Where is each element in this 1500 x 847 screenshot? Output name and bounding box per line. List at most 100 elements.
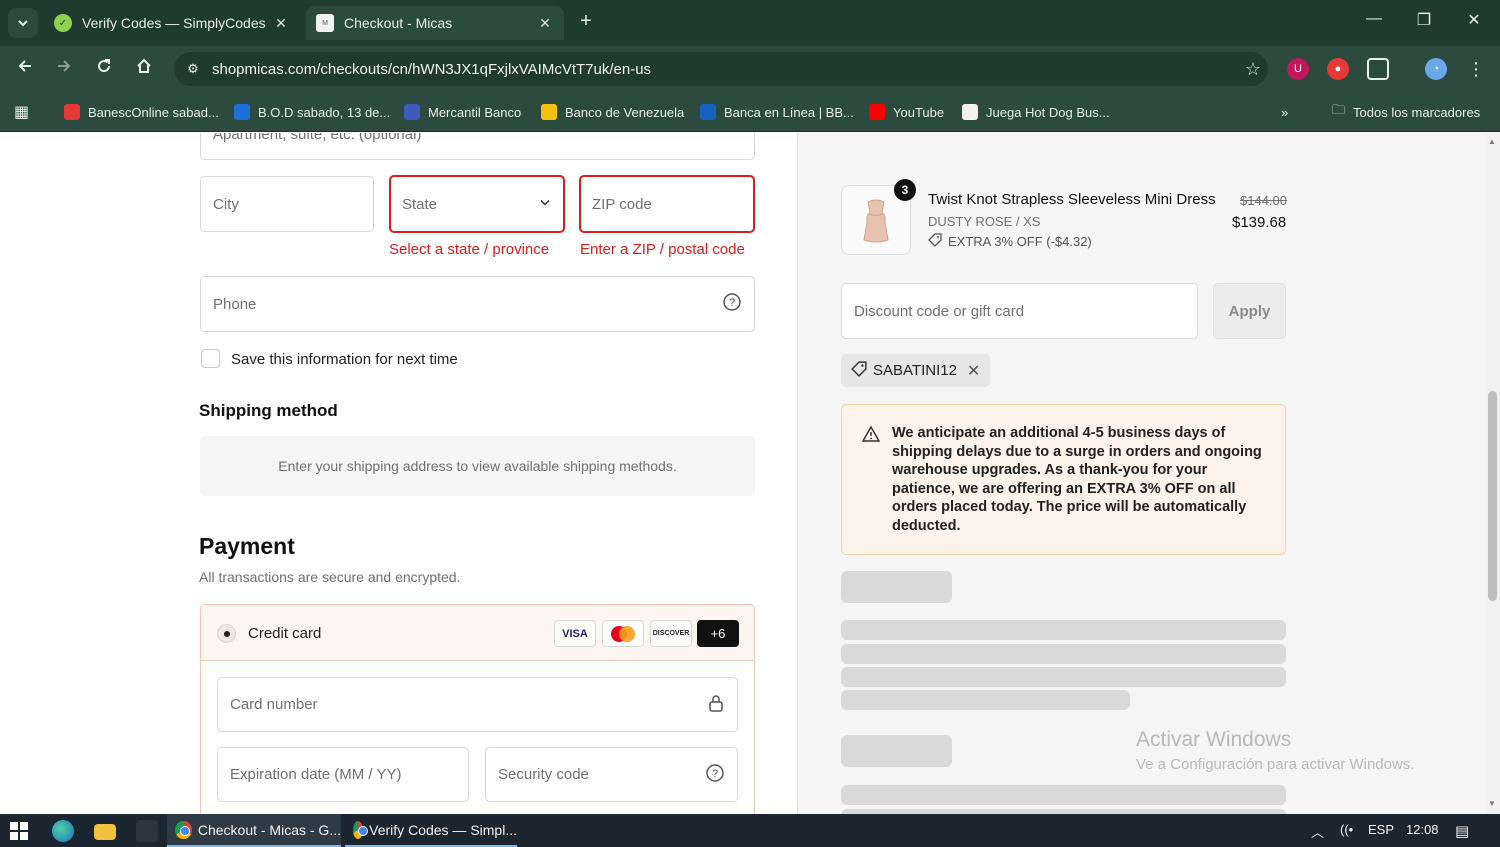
city-placeholder: City	[213, 195, 239, 213]
save-info-checkbox[interactable]	[201, 349, 220, 368]
youtube-favicon-icon	[869, 104, 885, 120]
new-tab-button[interactable]: +	[574, 10, 598, 34]
minimize-window-button[interactable]: —	[1359, 10, 1389, 28]
tab-search-button[interactable]	[8, 8, 38, 38]
phone-field[interactable]: Phone ?	[200, 276, 755, 332]
mastercard-logo-icon	[602, 620, 644, 647]
svg-text:?: ?	[712, 768, 718, 780]
city-field[interactable]: City	[200, 176, 374, 232]
scroll-down-icon[interactable]: ▼	[1488, 799, 1496, 808]
mercantil-favicon-icon	[404, 104, 420, 120]
all-bookmarks-button[interactable]: 🗀 Todos los marcadores	[1332, 102, 1480, 122]
bookmark-label: Banca en Línea | BB...	[724, 104, 854, 120]
bookmark-banca-linea[interactable]: Banca en Línea | BB...	[700, 102, 854, 122]
clock[interactable]: 12:08	[1406, 822, 1439, 837]
apartment-field[interactable]: Apartment, suite, etc. (optional)	[200, 133, 755, 160]
url-text[interactable]: shopmicas.com/checkouts/cn/hWN3JX1qFxjlx…	[212, 61, 1238, 78]
bookmark-bod[interactable]: B.O.D sabado, 13 de...	[234, 102, 390, 122]
taskbar-app-verify[interactable]: Verify Codes — Simpl...	[345, 814, 517, 847]
apply-discount-button[interactable]: Apply	[1213, 283, 1286, 339]
state-select[interactable]: State	[389, 175, 565, 233]
discover-logo-icon: DISCOVER	[650, 620, 692, 647]
credit-card-radio[interactable]	[217, 624, 236, 643]
tag-icon	[928, 233, 942, 250]
bookmark-mercantil[interactable]: Mercantil Banco	[404, 102, 521, 122]
quantity-badge: 3	[894, 179, 916, 201]
original-price: $144.00	[1240, 193, 1287, 208]
checkout-page: Apartment, suite, etc. (optional) City S…	[0, 133, 1500, 814]
site-settings-icon[interactable]: ⚙	[182, 58, 204, 80]
reload-icon	[98, 59, 111, 73]
notice-message: We anticipate an additional 4-5 business…	[892, 425, 1262, 534]
windows-start-icon[interactable]	[10, 822, 28, 840]
profile-avatar-icon[interactable]: ◔	[1425, 58, 1447, 80]
help-circle-icon[interactable]: ?	[722, 292, 742, 316]
home-button[interactable]	[131, 56, 157, 82]
help-circle-icon[interactable]: ?	[705, 763, 725, 787]
close-tab-icon[interactable]: ✕	[272, 15, 290, 32]
expiration-placeholder: Expiration date (MM / YY)	[230, 766, 402, 783]
chrome-icon	[175, 820, 192, 839]
language-indicator[interactable]: ESP	[1368, 822, 1394, 837]
notifications-icon[interactable]: ▤	[1455, 822, 1469, 840]
scroll-up-icon[interactable]: ▲	[1488, 137, 1496, 146]
bookmarks-overflow-button[interactable]: »	[1281, 102, 1288, 122]
applied-code-chip: SABATINI12 ✕	[841, 354, 990, 387]
visa-logo-icon: VISA	[554, 620, 596, 647]
page-scrollbar[interactable]: ▲ ▼	[1485, 133, 1500, 814]
security-code-field[interactable]: Security code ?	[485, 747, 738, 802]
product-discount: EXTRA 3% OFF (-$4.32)	[928, 233, 1092, 250]
tray-chevron-up-icon[interactable]: ︿	[1311, 822, 1324, 841]
browser-toolbar: ⚙ shopmicas.com/checkouts/cn/hWN3JX1qFxj…	[0, 46, 1500, 92]
loading-skeleton	[841, 620, 1286, 640]
bookmark-hot-dog[interactable]: Juega Hot Dog Bus...	[962, 102, 1110, 122]
loading-skeleton	[841, 667, 1286, 687]
loading-skeleton	[841, 785, 1286, 805]
expiration-date-field[interactable]: Expiration date (MM / YY)	[217, 747, 469, 802]
wifi-icon[interactable]: ((•	[1340, 822, 1353, 837]
bookmark-star-icon[interactable]: ☆	[1238, 59, 1268, 80]
bod-favicon-icon	[234, 104, 250, 120]
payment-method-box: Credit card VISA DISCOVER +6 Card number…	[200, 604, 755, 814]
zip-field[interactable]: ZIP code	[579, 175, 755, 233]
visa-label: VISA	[562, 627, 588, 640]
reload-button[interactable]	[91, 56, 117, 82]
apps-grid-icon[interactable]: ▦	[14, 102, 29, 122]
scrollbar-thumb[interactable]	[1488, 391, 1497, 601]
simplycodes-extension-icon[interactable]: ●	[1327, 58, 1349, 80]
shipping-delay-notice: We anticipate an additional 4-5 business…	[841, 404, 1286, 555]
edge-icon[interactable]	[52, 820, 74, 842]
extensions-puzzle-icon[interactable]	[1367, 58, 1389, 80]
tab-verify-codes[interactable]: ✓ Verify Codes — SimplyCodes ✕	[44, 6, 300, 40]
tab-title: Verify Codes — SimplyCodes	[82, 15, 266, 31]
forward-button[interactable]	[51, 56, 77, 82]
discount-code-input[interactable]: Discount code or gift card	[841, 283, 1198, 339]
shipping-method-heading: Shipping method	[199, 401, 338, 420]
bookmark-youtube[interactable]: YouTube	[869, 102, 944, 122]
windows-activation-title: Activar Windows	[1136, 728, 1292, 751]
credit-card-option[interactable]: Credit card VISA DISCOVER +6	[201, 605, 754, 661]
file-explorer-icon[interactable]	[94, 824, 116, 840]
card-number-field[interactable]: Card number	[217, 677, 738, 732]
discount-placeholder: Discount code or gift card	[854, 302, 1025, 320]
product-price: $139.68	[1232, 214, 1287, 231]
chevron-down-icon	[539, 196, 551, 213]
store-icon[interactable]	[136, 820, 158, 842]
bdv-favicon-icon	[541, 104, 557, 120]
address-bar[interactable]: ⚙ shopmicas.com/checkouts/cn/hWN3JX1qFxj…	[174, 52, 1268, 86]
bookmark-banesco[interactable]: BanescOnline sabad...	[64, 102, 219, 122]
close-tab-icon[interactable]: ✕	[536, 15, 554, 32]
remove-code-icon[interactable]: ✕	[967, 361, 980, 381]
taskbar-app-checkout[interactable]: Checkout - Micas - G...	[167, 814, 341, 847]
restore-window-button[interactable]: ❐	[1409, 10, 1439, 30]
ublock-extension-icon[interactable]: U	[1287, 58, 1309, 80]
back-button[interactable]	[12, 56, 38, 82]
browser-menu-button[interactable]: ⋮	[1463, 56, 1489, 82]
loading-skeleton	[841, 690, 1130, 710]
bookmark-label: BanescOnline sabad...	[88, 104, 219, 120]
bookmark-banco-venezuela[interactable]: Banco de Venezuela	[541, 102, 684, 122]
warning-icon	[861, 425, 881, 448]
close-window-button[interactable]: ✕	[1459, 10, 1489, 30]
chevron-down-icon	[18, 20, 28, 27]
tab-checkout[interactable]: M Checkout - Micas ✕	[306, 6, 564, 40]
